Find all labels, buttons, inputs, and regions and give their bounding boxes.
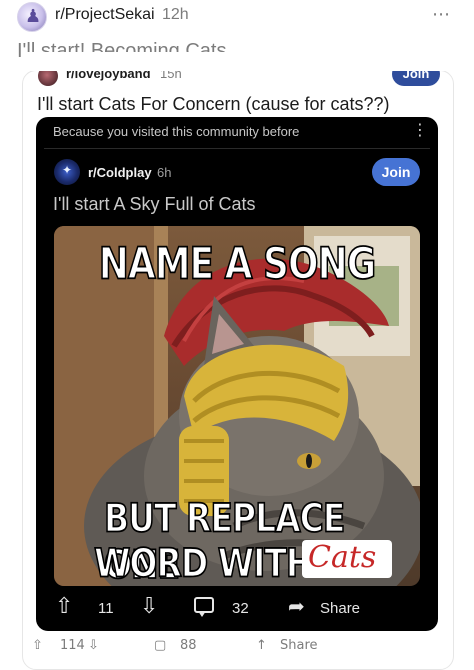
more-options-icon[interactable]: ⋯ [432, 4, 451, 25]
embedded-more-icon[interactable]: ⋮ [412, 120, 428, 139]
outer-upvote-icon[interactable]: ⇧ [32, 638, 43, 653]
meme-top-text: NAME A SONG [98, 239, 377, 290]
embedded-join-button[interactable]: Join [372, 158, 420, 186]
outer-comment-icon[interactable]: ▢ [154, 638, 166, 653]
outer-subreddit-link[interactable]: r/ProjectSekai [55, 6, 155, 24]
outer-downvote-icon[interactable]: ⇩ [88, 638, 99, 653]
comment-icon-tail [198, 611, 206, 617]
coldplay-avatar[interactable]: ✦ [54, 159, 80, 185]
downvote-icon[interactable]: ⇩ [140, 594, 158, 619]
upvote-icon[interactable]: ⇧ [55, 594, 73, 619]
divider [44, 148, 430, 149]
embedded-title[interactable]: I'll start A Sky Full of Cats [53, 194, 256, 215]
share-button[interactable]: Share [320, 600, 360, 617]
outer-comment-count[interactable]: 88 [180, 638, 197, 653]
crosspost-title[interactable]: I'll start Cats For Concern (cause for c… [37, 94, 390, 115]
outer-share-button[interactable]: Share [280, 638, 318, 653]
comment-count[interactable]: 32 [232, 600, 249, 617]
avatar-figure-icon: ♟ [25, 6, 42, 27]
embedded-subreddit-link[interactable]: r/Coldplay [88, 165, 152, 180]
vote-count: 11 [98, 600, 114, 617]
outer-share-icon[interactable]: ↑ [256, 638, 267, 653]
meme-bottom-line2: WORD WITH [93, 538, 314, 586]
meme-image[interactable]: NAME A SONG BUT REPLACE ONE WORD WITH Ca… [54, 226, 420, 586]
outer-vote-count: 114 [60, 638, 85, 653]
card-top-mask [23, 52, 453, 71]
embedded-time: 6h [157, 165, 172, 180]
recommendation-reason: Because you visited this community befor… [53, 124, 300, 139]
outer-post-time: 12h [162, 6, 189, 23]
cats-word: Cats [308, 540, 377, 575]
share-icon[interactable]: ➦ [288, 594, 305, 618]
sparkle-icon: ✦ [62, 163, 73, 177]
projectsekai-avatar[interactable]: ♟ [17, 2, 47, 32]
outer-action-bar: ⇧ 114 ⇩ ▢ 88 ↑ Share [30, 638, 450, 658]
